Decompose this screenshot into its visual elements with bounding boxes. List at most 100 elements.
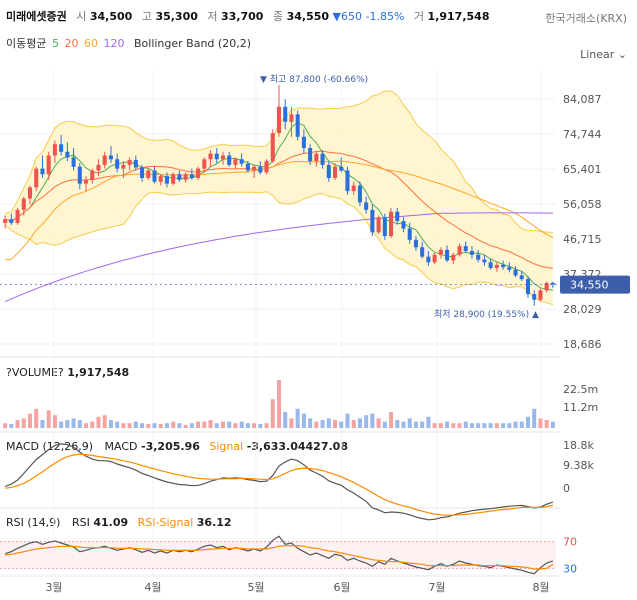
candle-body <box>457 246 462 255</box>
candle-body <box>382 217 387 237</box>
volume-bar <box>295 408 300 428</box>
volume-bar <box>438 423 443 428</box>
volume-bar <box>108 420 113 428</box>
volume-bar <box>96 416 101 428</box>
volume-bar <box>432 423 437 428</box>
price-tick-label: 56,058 <box>563 198 602 211</box>
candle-body <box>351 185 356 192</box>
volume-bar <box>239 421 244 428</box>
volume-bar <box>71 418 76 428</box>
volume-bar <box>314 421 319 428</box>
volume-bar <box>525 416 531 428</box>
volume-bar <box>538 418 543 428</box>
volume-bar <box>532 408 537 428</box>
volume-tick-label: 11.2m <box>563 401 598 414</box>
volume-bar <box>376 418 381 428</box>
volume-bar <box>202 421 207 428</box>
candle-body <box>27 187 33 199</box>
volume-bar <box>15 420 20 428</box>
volume-bar <box>214 423 219 428</box>
candle-body <box>301 136 306 149</box>
volume-bar <box>395 420 400 428</box>
candle-body <box>314 153 319 162</box>
macd-tick-label: 9.38k <box>563 459 594 472</box>
candle-body <box>258 166 263 173</box>
volume-bar <box>370 413 375 428</box>
candle-body <box>133 160 138 168</box>
volume-bar <box>401 421 406 428</box>
volume-bar <box>189 423 194 428</box>
candle-body <box>84 179 89 184</box>
candle-body <box>401 221 406 229</box>
candle-body <box>146 170 151 178</box>
candle-body <box>332 166 338 178</box>
candle-body <box>420 247 425 257</box>
volume-bar <box>469 423 474 428</box>
candle-body <box>488 262 493 268</box>
candle-body <box>364 202 369 210</box>
candle-body <box>220 155 226 160</box>
volume-bar <box>326 418 331 428</box>
candle-body <box>432 254 437 263</box>
candle-body <box>395 211 400 222</box>
candle-body <box>3 219 8 223</box>
candle-body <box>196 168 201 178</box>
candle-body <box>345 170 350 192</box>
candle-body <box>77 166 82 184</box>
volume-bar <box>289 418 294 428</box>
volume-bar <box>40 420 45 428</box>
candle-body <box>239 159 244 164</box>
candle-body <box>208 153 213 160</box>
month-tick-label: 7월 <box>428 581 445 594</box>
candle-body <box>177 174 182 180</box>
volume-bar <box>9 424 14 428</box>
volume-bar <box>445 421 450 428</box>
candle-body <box>283 106 288 122</box>
candle-body <box>21 198 26 210</box>
volume-bar <box>27 413 33 428</box>
volume-bar <box>152 423 157 428</box>
candle-body <box>233 159 238 165</box>
volume-bar <box>34 408 39 428</box>
candle-body <box>519 275 524 280</box>
volume-bar <box>544 420 549 428</box>
volume-bar <box>507 423 512 428</box>
candle-body <box>227 155 232 165</box>
volume-bar <box>357 418 362 428</box>
volume-bar <box>90 421 95 428</box>
volume-bar <box>345 413 350 428</box>
candle-body <box>121 164 126 169</box>
volume-bar <box>407 418 412 428</box>
volume-bar <box>52 415 57 428</box>
volume-bar <box>121 423 126 428</box>
candle-body <box>525 279 531 295</box>
candle-body <box>469 251 474 255</box>
volume-bar <box>133 421 138 428</box>
price-tick-label: 65,401 <box>563 163 602 176</box>
candle-body <box>389 211 394 237</box>
candle-body <box>413 239 418 248</box>
candle-body <box>295 114 300 137</box>
month-tick-label: 5월 <box>247 581 264 594</box>
volume-tick-label: 22.5m <box>563 383 598 396</box>
volume-bar <box>413 421 418 428</box>
candle-body <box>34 168 39 188</box>
candle-body <box>90 170 95 180</box>
volume-bar <box>177 423 182 428</box>
candle-body <box>544 282 549 291</box>
month-tick-label: 3월 <box>45 581 62 594</box>
candle-body <box>276 106 282 134</box>
stock-chart[interactable]: 84,08774,74465,40156,05846,71537,37228,0… <box>0 0 637 600</box>
volume-bar <box>196 421 201 428</box>
candle-body <box>357 185 362 203</box>
volume-bar <box>252 423 257 428</box>
candle-body <box>326 164 331 178</box>
candle-body <box>476 254 481 260</box>
volume-bar <box>84 423 89 428</box>
candle-body <box>40 168 45 175</box>
volume-bar <box>382 421 387 428</box>
volume-bar <box>301 413 306 428</box>
price-tick-label: 84,087 <box>563 93 602 106</box>
volume-bar <box>426 416 431 428</box>
candle-body <box>59 144 64 152</box>
